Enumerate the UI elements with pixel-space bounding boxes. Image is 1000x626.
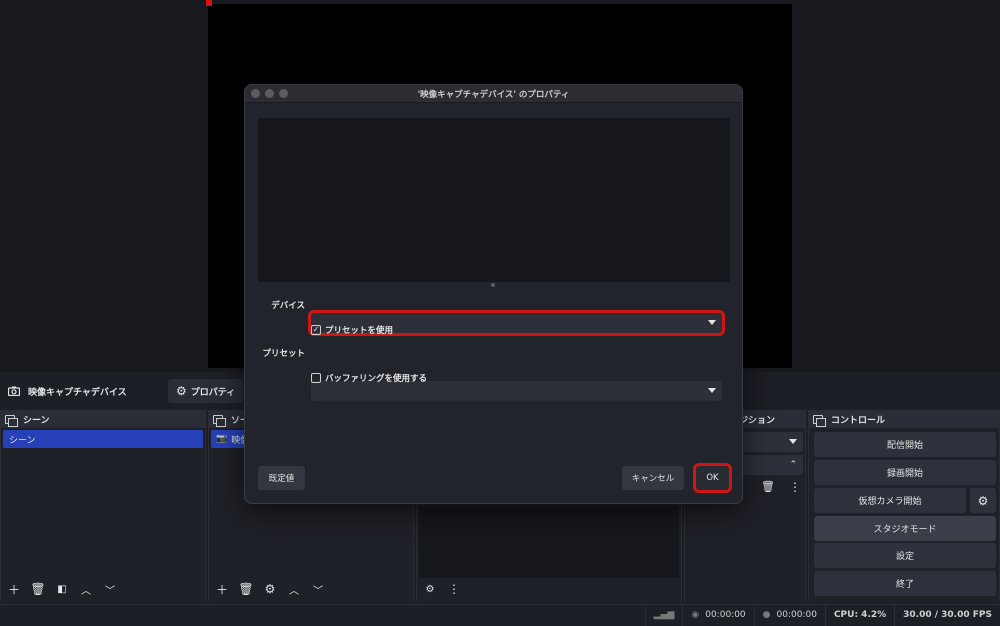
studio-mode-label: スタジオモード bbox=[873, 525, 937, 535]
status-bar: ▂▄▆ ◉ 00:00:00 ● 00:00:00 CPU: 4.2% 30.0… bbox=[0, 604, 1000, 626]
cancel-label: キャンセル bbox=[631, 474, 675, 484]
use-preset-row[interactable]: ✓ プリセットを使用 bbox=[311, 324, 393, 336]
mixer-footer: ⚙ ⋮ bbox=[417, 578, 463, 600]
dialog-titlebar: '映像キャプチャデバイス' のプロパティ bbox=[245, 85, 742, 103]
sources-footer: ＋ 🗑 ⚙ ︿ ﹀ bbox=[209, 578, 327, 600]
more-options-icon[interactable]: ⋮ bbox=[445, 580, 463, 598]
preset-select[interactable] bbox=[311, 381, 722, 401]
device-label: デバイス bbox=[271, 301, 305, 311]
virtual-camera-settings-button[interactable]: ⚙ bbox=[970, 488, 996, 513]
preset-label: プリセット bbox=[262, 349, 305, 359]
recording-status: ◉ 00:00:00 bbox=[682, 604, 753, 626]
ok-button[interactable]: OK bbox=[693, 463, 732, 493]
properties-label: プロパティ bbox=[190, 387, 236, 398]
scene-list-item[interactable]: シーン bbox=[3, 430, 203, 448]
fps-value: 30.00 / 30.00 FPS bbox=[903, 610, 992, 620]
dock-float-icon[interactable] bbox=[213, 414, 226, 427]
move-up-icon[interactable]: ︿ bbox=[285, 580, 303, 598]
streaming-time: 00:00:00 bbox=[776, 610, 817, 620]
recording-time: 00:00:00 bbox=[705, 610, 746, 620]
settings-label: 設定 bbox=[895, 552, 914, 562]
scene-filters-icon[interactable]: ◧ bbox=[53, 580, 71, 598]
ok-label: OK bbox=[706, 473, 719, 483]
controls-title: コントロール bbox=[831, 415, 886, 426]
exit-label: 終了 bbox=[895, 580, 914, 590]
dock-float-icon[interactable] bbox=[813, 414, 826, 427]
gear-icon[interactable]: ⚙ bbox=[261, 580, 279, 598]
trash-icon[interactable]: 🗑 bbox=[761, 480, 775, 493]
chevron-down-icon bbox=[708, 388, 716, 393]
dialog-title: '映像キャプチャデバイス' のプロパティ bbox=[417, 89, 570, 100]
start-recording-label: 録画開始 bbox=[886, 469, 923, 479]
chevron-down-icon bbox=[708, 320, 716, 325]
studio-mode-button[interactable]: スタジオモード bbox=[814, 516, 996, 541]
use-preset-checkbox[interactable]: ✓ bbox=[311, 325, 321, 335]
start-recording-button[interactable]: 録画開始 bbox=[814, 460, 996, 485]
transition-select[interactable] bbox=[741, 432, 803, 452]
stream-dot-icon: ● bbox=[762, 610, 771, 620]
duration-spinner[interactable]: ⌃ bbox=[741, 455, 803, 475]
source-preview bbox=[258, 118, 730, 282]
use-buffering-row[interactable]: バッファリングを使用する bbox=[311, 372, 427, 384]
dock-float-icon[interactable] bbox=[5, 414, 18, 427]
chevron-down-icon bbox=[789, 439, 797, 444]
gear-icon: ⚙ bbox=[977, 493, 989, 508]
gear-icon: ⚙ bbox=[176, 384, 187, 398]
scenes-title: シーン bbox=[23, 415, 50, 426]
signal-bars-icon: ▂▄▆ bbox=[653, 610, 675, 620]
transitions-title: ジション bbox=[739, 415, 776, 426]
start-virtual-camera-label: 仮想カメラ開始 bbox=[858, 497, 922, 507]
scene-name: シーン bbox=[9, 435, 36, 446]
controls-dock-title: コントロール bbox=[809, 410, 999, 428]
preview-resize-handle[interactable] bbox=[206, 0, 212, 6]
cpu-usage: CPU: 4.2% bbox=[833, 610, 887, 620]
scenes-dock: シーン シーン ＋ 🗑 ◧ ︿ ﹀ bbox=[0, 410, 206, 602]
use-buffering-checkbox[interactable] bbox=[311, 373, 321, 383]
more-options-icon[interactable]: ⋮ bbox=[789, 480, 801, 494]
defaults-label: 既定値 bbox=[268, 474, 295, 484]
cpu-status: CPU: 4.2% bbox=[824, 604, 894, 626]
use-preset-label: プリセットを使用 bbox=[325, 326, 394, 336]
move-down-icon[interactable]: ﹀ bbox=[101, 580, 119, 598]
add-source-button[interactable]: ＋ bbox=[213, 580, 231, 598]
properties-dialog: '映像キャプチャデバイス' のプロパティ デバイス ✓ プリセットを使用 プリセ… bbox=[244, 84, 743, 504]
streaming-status: ● 00:00:00 bbox=[753, 604, 825, 626]
camera-icon bbox=[8, 386, 20, 396]
exit-button[interactable]: 終了 bbox=[814, 571, 996, 596]
defaults-button[interactable]: 既定値 bbox=[258, 466, 305, 490]
move-up-icon[interactable]: ︿ bbox=[77, 580, 95, 598]
start-streaming-button[interactable]: 配信開始 bbox=[814, 432, 996, 457]
add-scene-button[interactable]: ＋ bbox=[5, 580, 23, 598]
mixer-area bbox=[419, 506, 679, 578]
start-virtual-camera-button[interactable]: 仮想カメラ開始 bbox=[814, 488, 966, 513]
splitter-handle[interactable] bbox=[491, 283, 495, 287]
camera-icon: 📷 bbox=[216, 434, 228, 444]
record-icon: ◉ bbox=[691, 610, 700, 620]
scenes-dock-title: シーン bbox=[1, 410, 205, 428]
gear-icon[interactable]: ⚙ bbox=[421, 580, 439, 598]
cancel-button[interactable]: キャンセル bbox=[622, 466, 684, 490]
move-down-icon[interactable]: ﹀ bbox=[309, 580, 327, 598]
properties-button[interactable]: ⚙ プロパティ bbox=[168, 379, 244, 403]
fps-status: 30.00 / 30.00 FPS bbox=[894, 604, 1000, 626]
use-buffering-label: バッファリングを使用する bbox=[325, 374, 428, 384]
selected-source-name: 映像キャプチャデバイス bbox=[28, 387, 127, 398]
scenes-footer: ＋ 🗑 ◧ ︿ ﹀ bbox=[1, 578, 119, 600]
settings-button[interactable]: 設定 bbox=[814, 543, 996, 568]
network-status: ▂▄▆ bbox=[644, 604, 683, 626]
trash-icon[interactable]: 🗑 bbox=[29, 580, 47, 598]
start-streaming-label: 配信開始 bbox=[886, 441, 923, 451]
trash-icon[interactable]: 🗑 bbox=[237, 580, 255, 598]
